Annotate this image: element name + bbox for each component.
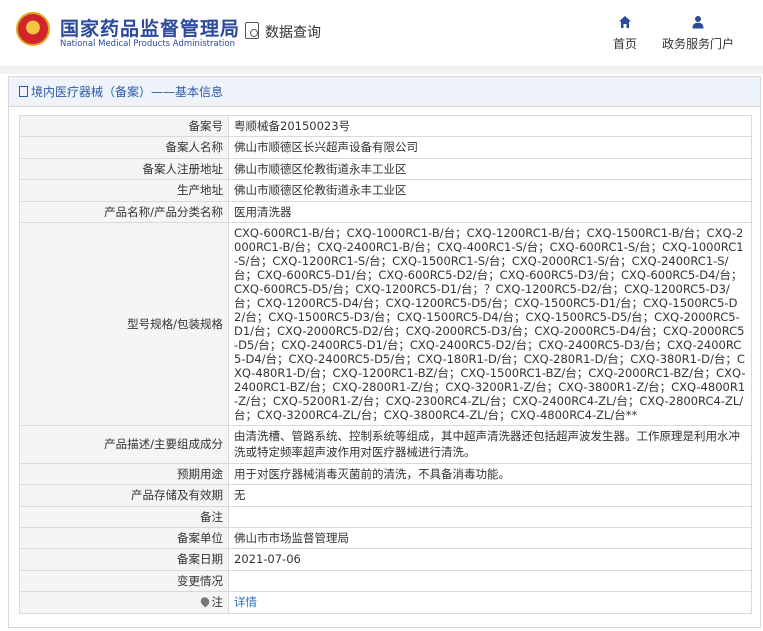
row-value: 详情 [228, 591, 752, 614]
table-row: 变更情况 [19, 569, 752, 593]
panel-title: 境内医疗器械（备案）——基本信息 [9, 77, 760, 107]
brand-title-en: National Medical Products Administration [60, 39, 235, 49]
row-value: 2021-07-06 [228, 548, 752, 571]
row-key: 备案人名称 [19, 136, 229, 159]
brand-title-cn: 国家药品监督管理局 [60, 18, 241, 40]
row-key: 备案单位 [19, 527, 229, 550]
row-value: 用于对医疗器械消毒灭菌前的清洗，不具备消毒功能。 [228, 462, 752, 486]
row-value [228, 569, 752, 593]
row-key: 备注 [19, 505, 229, 529]
data-query-link[interactable]: 数据查询 [265, 22, 321, 42]
nav-home[interactable]: 首页 [610, 15, 640, 52]
row-value: 粤顺械备20150023号 [228, 114, 752, 138]
row-value: 佛山市顺德区长兴超声设备有限公司 [228, 136, 752, 159]
nav-service-portal-label: 政务服务门户 [661, 37, 734, 51]
table-row: 生产地址 佛山市顺德区伦教街道永丰工业区 [19, 179, 752, 202]
note-label: 注 [211, 595, 224, 610]
row-value: CXQ-600RC1-B/台；CXQ-1000RC1-B/台；CXQ-1200R… [228, 222, 752, 427]
table-row: 备案日期 2021-07-06 [19, 548, 752, 571]
row-key: 备案日期 [19, 548, 229, 571]
detail-panel: 境内医疗器械（备案）——基本信息 备案号 粤顺械备20150023号 备案人名称佛… [8, 76, 761, 628]
row-key-note: 注 [19, 591, 229, 614]
row-key: 产品描述/主要组成成分 [19, 425, 229, 464]
table-row: 注详情 [19, 591, 752, 614]
header-divider [0, 66, 763, 74]
panel-title-text: 境内医疗器械（备案）——基本信息 [31, 85, 224, 99]
home-icon [619, 16, 631, 28]
document-icon [19, 86, 28, 97]
table-row: 备案人名称 佛山市顺德区长兴超声设备有限公司 [19, 136, 752, 159]
row-value: 由清洗槽、管路系统、控制系统等组成，其中超声清洗器还包括超声波发生器。工作原理是… [228, 425, 752, 464]
row-value: 佛山市顺德区伦教街道永丰工业区 [228, 179, 752, 202]
nav-home-label: 首页 [612, 37, 637, 51]
row-value: 佛山市市场监督管理局 [228, 527, 752, 550]
table-row: 型号规格/包装规格 CXQ-600RC1-B/台；CXQ-1000RC1-B/台；… [19, 222, 752, 427]
row-key: 产品名称/产品分类名称 [19, 200, 229, 224]
info-table: 备案号 粤顺械备20150023号 备案人名称 佛山市顺德区长兴超声设备有限公司 备… [19, 114, 752, 614]
row-key: 备案号 [19, 114, 229, 138]
pin-icon [198, 595, 211, 608]
table-row: 产品描述/主要组成成分 由清洗槽、管路系统、控制系统等组成，其中超声清洗器还包括超… [19, 425, 752, 464]
table-row: 预期用途 用于对医疗器械消毒灭菌前的清洗，不具备消毒功能。 [19, 462, 752, 486]
table-row: 备案人注册地址 佛山市顺德区伦教街道永丰工业区 [19, 157, 752, 181]
table-row: 产品存储及有效期无 [19, 484, 752, 507]
row-value: 佛山市顺德区伦教街道永丰工业区 [228, 157, 752, 181]
national-emblem-logo [16, 12, 50, 46]
row-key: 产品存储及有效期 [19, 484, 229, 507]
table-row: 备案单位 佛山市市场监督管理局 [19, 527, 752, 550]
details-link[interactable]: 详情 [234, 595, 257, 609]
row-key: 变更情况 [19, 569, 229, 593]
row-key: 备案人注册地址 [19, 157, 229, 181]
search-document-icon [245, 22, 259, 39]
row-value: 医用清洗器 [228, 200, 752, 224]
site-header: 国家药品监督管理局 National Medical Products Admi… [0, 0, 763, 66]
table-row: 产品名称/产品分类名称 医用清洗器 [19, 200, 752, 224]
table-row: 备注 [19, 505, 752, 529]
user-icon [692, 16, 704, 29]
row-key: 预期用途 [19, 462, 229, 486]
nav-service-portal[interactable]: 政务服务门户 [660, 15, 736, 52]
row-value: 无 [228, 484, 752, 507]
table-row: 备案号 粤顺械备20150023号 [19, 114, 752, 138]
row-key: 生产地址 [19, 179, 229, 202]
row-key: 型号规格/包装规格 [19, 222, 229, 427]
row-value [228, 505, 752, 529]
